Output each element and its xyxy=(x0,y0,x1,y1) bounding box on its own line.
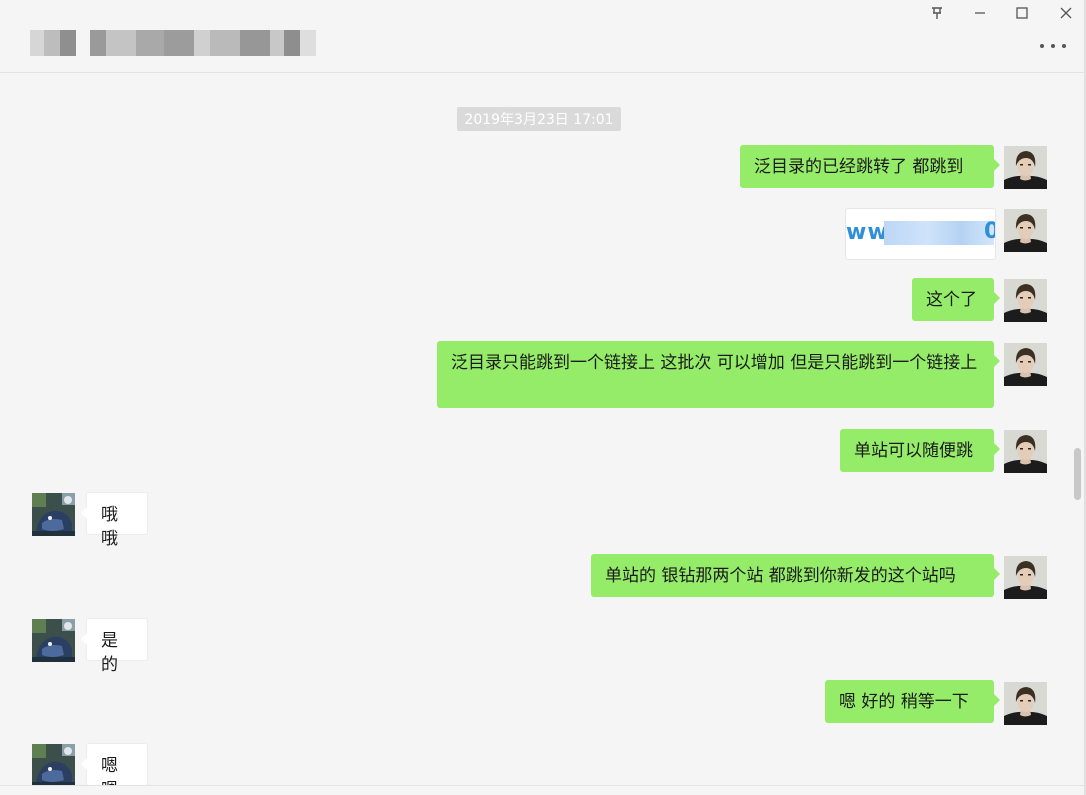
message-bubble-sent[interactable]: 嗯 好的 稍等一下 xyxy=(825,680,1000,723)
my-avatar[interactable] xyxy=(1004,209,1047,252)
pin-icon[interactable] xyxy=(923,2,951,24)
link-card-message[interactable]: ww. 0 xyxy=(845,208,996,260)
message-list[interactable]: 2019年3月23日 17:01 泛目录的已经跳转了 都跳到 ww. 0 这个了… xyxy=(0,73,1086,785)
divider xyxy=(0,785,1086,786)
my-avatar[interactable] xyxy=(1004,556,1047,599)
link-url-suffix: 0 xyxy=(984,219,995,244)
message-bubble-received[interactable]: 哦哦 xyxy=(81,492,148,549)
my-avatar[interactable] xyxy=(1004,279,1047,322)
minimize-button[interactable] xyxy=(966,2,994,24)
maximize-button[interactable] xyxy=(1008,2,1036,24)
chat-header xyxy=(0,0,1086,73)
message-bubble-received[interactable]: 是的 xyxy=(81,618,148,675)
contact-avatar[interactable] xyxy=(32,619,75,662)
contact-avatar[interactable] xyxy=(32,493,75,536)
message-bubble-received[interactable]: 嗯嗯 xyxy=(81,743,148,785)
contact-avatar[interactable] xyxy=(32,744,75,785)
my-avatar[interactable] xyxy=(1004,430,1047,473)
my-avatar[interactable] xyxy=(1004,146,1047,189)
link-url-blurred xyxy=(884,221,994,245)
message-bubble-sent[interactable]: 单站的 银钻那两个站 都跳到你新发的这个站吗 xyxy=(591,554,1000,597)
close-button[interactable] xyxy=(1052,2,1080,24)
message-bubble-sent[interactable]: 单站可以随便跳 xyxy=(840,429,1000,472)
message-bubble-sent[interactable]: 泛目录只能跳到一个链接上 这批次 可以增加 但是只能跳到一个链接上 xyxy=(437,341,1000,408)
message-bubble-sent[interactable]: 泛目录的已经跳转了 都跳到 xyxy=(740,145,1000,188)
more-dots-icon xyxy=(1040,44,1044,48)
chat-scrollbar[interactable] xyxy=(1074,448,1081,500)
contact-name-blurred xyxy=(30,30,316,56)
message-bubble-sent[interactable]: 这个了 xyxy=(912,278,1000,321)
more-options-button[interactable] xyxy=(1040,36,1066,56)
message-timestamp: 2019年3月23日 17:01 xyxy=(457,107,621,131)
my-avatar[interactable] xyxy=(1004,343,1047,386)
my-avatar[interactable] xyxy=(1004,682,1047,725)
